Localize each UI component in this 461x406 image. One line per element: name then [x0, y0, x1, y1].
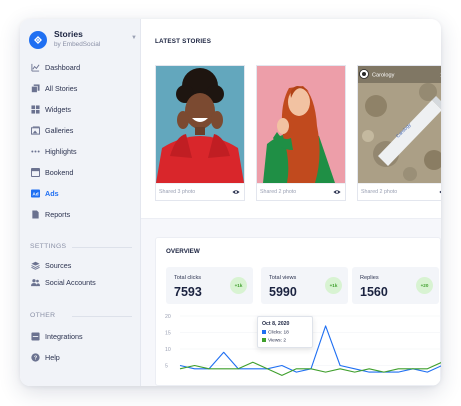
sidebar-item-bookend[interactable]: Bookend [31, 166, 135, 180]
story-thumbnail-woman-red-sweater[interactable] [156, 66, 244, 183]
integrations-icon [31, 332, 40, 341]
settings-section-label: SETTINGS [30, 243, 67, 250]
story-footer: Shared 2 photo [358, 183, 441, 200]
workspace-switcher[interactable]: Stories by EmbedSocial ▼ [29, 28, 137, 58]
dots-icon [31, 150, 40, 153]
chevron-down-icon: ▼ [131, 35, 137, 41]
sidebar-item-label: Dashboard [45, 63, 81, 72]
sidebar-item-dashboard[interactable]: Dashboard [31, 61, 135, 75]
sidebar-item-label: Ads [45, 189, 59, 198]
stat-label: Total views [269, 275, 297, 281]
clicks-swatch [262, 330, 266, 334]
chart-icon [31, 63, 40, 72]
story-caption: Shared 2 photo [361, 189, 398, 195]
eye-icon[interactable] [232, 189, 240, 195]
stat-change-badge: +1k [325, 277, 342, 294]
sidebar-item-all-stories[interactable]: All Stories [31, 82, 135, 96]
app-subtitle: by EmbedSocial [54, 41, 101, 48]
sidebar-item-label: Galleries [45, 126, 74, 135]
sidebar-item-label: Reports [45, 210, 71, 219]
stat-card-total-views: Total views 5990 +1k [261, 267, 348, 304]
views-swatch [262, 338, 266, 342]
stat-change-badge: +20 [416, 277, 433, 294]
story-caption: Shared 2 photo [260, 189, 297, 195]
stat-value: 5990 [269, 285, 297, 299]
widgets-icon [31, 105, 40, 114]
sidebar-item-label: Social Accounts [45, 278, 96, 287]
sidebar-item-label: Highlights [45, 147, 77, 156]
galleries-icon [31, 126, 40, 135]
tooltip-views-row: Views: 2 [262, 338, 286, 343]
sidebar-item-galleries[interactable]: Galleries [31, 124, 135, 138]
story-card[interactable]: Carology 1 Carology Shared 2 photo [357, 65, 441, 201]
tooltip-clicks: Clicks: 18 [268, 330, 289, 336]
series-line-views [179, 361, 441, 376]
story-footer: Shared 2 photo [257, 183, 345, 200]
section-divider [72, 316, 132, 317]
main-content: LATEST STORIES Shared 3 photo Shared 2 p… [141, 19, 441, 386]
story-thumbnail-carology-product[interactable]: Carology 1 Carology [358, 66, 441, 183]
latest-stories-title: LATEST STORIES [155, 38, 212, 45]
latest-stories-panel: LATEST STORIES Shared 3 photo Shared 2 p… [141, 19, 441, 219]
story-thumbnail-woman-green-sweater[interactable] [257, 66, 345, 183]
story-card[interactable]: Shared 3 photo [155, 65, 245, 201]
sidebar-item-label: Help [45, 353, 60, 362]
story-caption: Shared 3 photo [159, 189, 196, 195]
tooltip-clicks-row: Clicks: 18 [262, 330, 289, 335]
sidebar-item-label: Widgets [45, 105, 71, 114]
ads-icon: Ad [31, 189, 40, 198]
tooltip-date: Oct 8, 2020 [262, 321, 290, 327]
svg-text:?: ? [34, 356, 37, 362]
stat-card-replies: Replies 1560 +20 [352, 267, 439, 304]
layers-icon [31, 261, 40, 270]
app-title: Stories [54, 29, 83, 39]
eye-icon[interactable] [333, 189, 341, 195]
sidebar-item-social-accounts[interactable]: Social Accounts [31, 276, 135, 290]
y-tick-label: 10 [165, 347, 171, 353]
sidebar-item-ads[interactable]: Ad Ads [31, 187, 135, 201]
other-section-label: OTHER [30, 312, 56, 319]
sidebar-item-label: Sources [45, 261, 72, 270]
sidebar-item-integrations[interactable]: Integrations [31, 330, 135, 344]
chart-tooltip: Oct 8, 2020 Clicks: 18 Views: 2 [257, 316, 313, 348]
story-page-indicator: 1 [440, 73, 441, 79]
section-divider [72, 247, 132, 248]
sidebar-item-widgets[interactable]: Widgets [31, 103, 135, 117]
overview-title: OVERVIEW [166, 248, 200, 255]
story-account-name: Carology [372, 73, 395, 79]
story-footer: Shared 3 photo [156, 183, 244, 200]
story-card[interactable]: Shared 2 photo [256, 65, 346, 201]
bookend-icon [31, 168, 40, 177]
tooltip-views: Views: 2 [268, 338, 287, 344]
stat-label: Replies [360, 275, 379, 281]
sidebar-item-reports[interactable]: Reports [31, 208, 135, 222]
sidebar-item-label: All Stories [45, 84, 78, 93]
eye-icon[interactable] [439, 189, 441, 195]
help-icon: ? [31, 353, 40, 362]
report-icon [32, 210, 39, 219]
y-tick-label: 15 [165, 331, 171, 337]
sidebar-item-help[interactable]: ? Help [31, 351, 135, 365]
stories-icon [31, 84, 40, 93]
svg-text:Ad: Ad [32, 192, 38, 197]
stat-card-total-clicks: Total clicks 7593 +1k [166, 267, 253, 304]
sidebar-item-label: Integrations [45, 332, 83, 341]
y-tick-label: 20 [165, 314, 171, 320]
y-tick-label: 5 [165, 364, 168, 370]
stat-label: Total clicks [174, 275, 202, 281]
stories-logo-icon [29, 31, 47, 49]
app-window: Stories by EmbedSocial ▼ Dashboard All S… [20, 19, 441, 386]
stat-change-badge: +1k [230, 277, 247, 294]
stat-value: 1560 [360, 285, 388, 299]
sidebar: Stories by EmbedSocial ▼ Dashboard All S… [20, 19, 141, 386]
overview-panel: OVERVIEW Total clicks 7593 +1k Total vie… [155, 237, 441, 386]
sidebar-item-sources[interactable]: Sources [31, 259, 135, 273]
sidebar-item-label: Bookend [45, 168, 74, 177]
users-icon [31, 279, 40, 287]
stat-value: 7593 [174, 285, 202, 299]
sidebar-item-highlights[interactable]: Highlights [31, 145, 135, 159]
